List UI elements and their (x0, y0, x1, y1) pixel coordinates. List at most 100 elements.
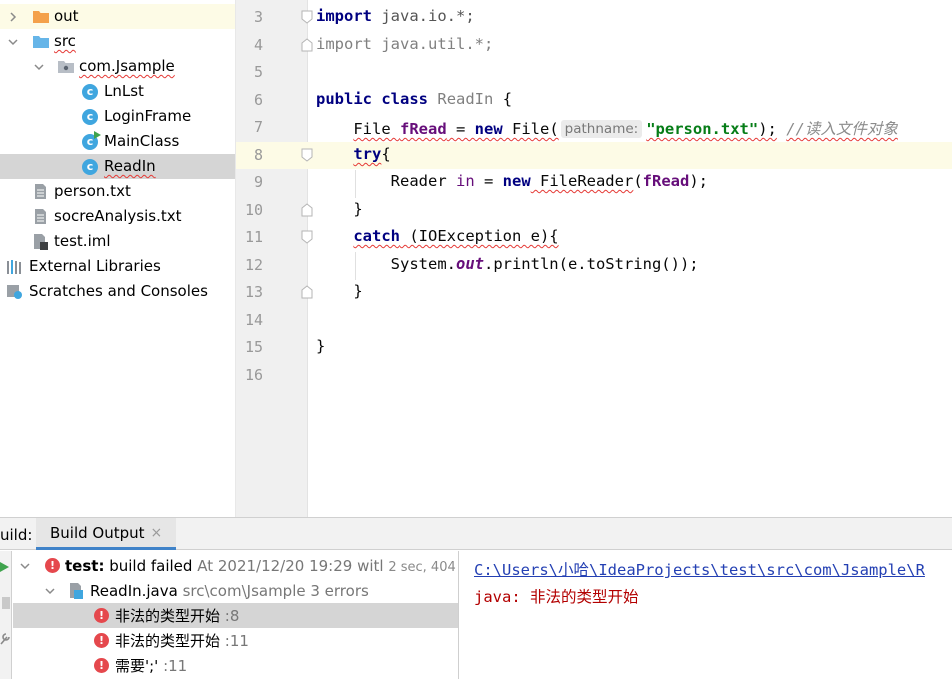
source-path-link[interactable]: C:\Users\小哈\IdeaProjects\test\src\com\Js… (474, 558, 925, 580)
wrench-icon[interactable] (0, 633, 10, 645)
code-text: } (353, 200, 363, 218)
tree-item-label: MainClass (104, 132, 180, 150)
variable-name: in (455, 172, 475, 190)
tree-item-file[interactable]: socreAnalysis.txt (0, 204, 235, 229)
tree-item-label: socreAnalysis.txt (54, 207, 182, 225)
error-location: :8 (220, 607, 240, 625)
line-number: 6 (253, 91, 263, 109)
build-error-row[interactable]: ! 非法的类型开始 :8 (13, 603, 458, 628)
code-text: = (446, 120, 475, 138)
build-root-row[interactable]: ! test: build failed At 2021/12/20 19:29… (13, 553, 458, 578)
fold-end-icon[interactable] (301, 203, 313, 217)
build-root-text: test: build failed At 2021/12/20 19:29 w… (65, 556, 458, 575)
tree-item-class[interactable]: c LoginFrame (0, 104, 235, 129)
rerun-icon[interactable] (0, 561, 10, 573)
error-icon: ! (94, 658, 109, 673)
keyword: import (316, 7, 372, 25)
build-title: uild: (0, 526, 33, 544)
java-file-icon (67, 582, 85, 600)
iml-file-icon (31, 233, 49, 251)
tree-item-label: LoginFrame (104, 107, 192, 125)
tree-item-file[interactable]: person.txt (0, 179, 235, 204)
chevron-down-icon[interactable] (7, 36, 19, 48)
tree-item-class[interactable]: c MainClass (0, 129, 235, 154)
fold-start-icon[interactable] (301, 230, 313, 244)
build-error-text: 非法的类型开始 :11 (115, 630, 249, 651)
package-icon (57, 58, 75, 76)
libraries-icon (6, 258, 24, 276)
code-line-10: } (316, 200, 363, 218)
chevron-down-icon[interactable] (44, 585, 56, 597)
build-file-row[interactable]: ReadIn.java src\com\Jsample 3 errors (13, 578, 458, 603)
tree-item-class[interactable]: c LnLst (0, 79, 235, 104)
build-target: test: (65, 556, 105, 575)
tab-build-output[interactable]: Build Output × (36, 518, 177, 550)
code-line-12: System.out.println(e.toString()); (316, 255, 699, 273)
fold-start-icon[interactable] (301, 10, 313, 24)
keyword: public (316, 90, 372, 108)
line-number: 14 (244, 311, 263, 329)
fold-end-icon[interactable] (301, 285, 313, 299)
fold-start-icon[interactable] (301, 148, 313, 162)
line-number: 16 (244, 366, 263, 384)
tree-item-src[interactable]: src (0, 29, 235, 54)
close-icon[interactable]: × (151, 525, 163, 541)
tree-item-label: test.iml (54, 232, 111, 250)
error-icon: ! (94, 608, 109, 623)
static-field: out (455, 255, 484, 273)
code-comment: //读入文件对象 (786, 120, 898, 138)
tree-item-label: ReadIn (104, 157, 156, 175)
project-tree: out src com.Jsample c LnLst c LoginFrame… (0, 0, 236, 517)
code-line-6: public class ReadIn { (316, 90, 512, 108)
line-number: 12 (244, 256, 263, 274)
code-text: } (353, 282, 363, 300)
class-name: ReadIn (437, 90, 494, 108)
line-number: 5 (253, 63, 263, 81)
tree-item-file[interactable]: test.iml (0, 229, 235, 254)
tree-item-external-libraries[interactable]: External Libraries (0, 254, 235, 279)
code-text: .println(e.toString()); (483, 255, 699, 273)
code-text: ( (633, 172, 643, 190)
line-number: 10 (244, 201, 263, 219)
console-error-line: java: 非法的类型开始 (474, 585, 639, 607)
build-toolwindow-header: uild: Build Output × (0, 517, 952, 550)
code-text: java.io.*; (372, 7, 475, 25)
tree-item-out[interactable]: out (0, 4, 235, 29)
file-path: src\com\Jsample 3 errors (177, 581, 369, 600)
tree-item-label: LnLst (104, 82, 144, 100)
build-error-row[interactable]: ! 需要';' :11 (13, 653, 458, 678)
tree-item-label: person.txt (54, 182, 131, 200)
code-text: { (381, 145, 391, 163)
line-number: 3 (253, 8, 263, 26)
text-file-icon (31, 183, 49, 201)
tab-label: Build Output (50, 523, 145, 542)
error-location: :11 (220, 632, 249, 650)
error-message: 非法的类型开始 (115, 607, 221, 625)
tree-item-scratches[interactable]: Scratches and Consoles (0, 279, 235, 304)
code-line-9: Reader in = new FileReader(fRead); (316, 172, 708, 190)
build-error-row[interactable]: ! 非法的类型开始 :11 (13, 628, 458, 653)
build-toolbar (0, 551, 12, 679)
keyword: try (353, 145, 382, 163)
build-tree: ! test: build failed At 2021/12/20 19:29… (13, 551, 459, 679)
code-text: ); (758, 120, 777, 138)
line-number: 8 (253, 146, 263, 164)
tree-item-package[interactable]: com.Jsample (0, 54, 235, 79)
error-message: 非法的类型开始 (530, 588, 639, 606)
field-name: fRead (642, 172, 690, 190)
error-message: 需要';' (115, 657, 159, 675)
fold-end-icon[interactable] (301, 38, 313, 52)
stop-icon[interactable] (2, 597, 10, 609)
code-text: (IOException e){ (400, 227, 559, 245)
build-console: C:\Users\小哈\IdeaProjects\test\src\com\Js… (460, 551, 952, 679)
chevron-down-icon[interactable] (19, 560, 31, 572)
java-class-icon: c (81, 108, 99, 126)
build-file-text: ReadIn.java src\com\Jsample 3 errors (90, 582, 369, 600)
line-number: 9 (253, 173, 263, 191)
tree-item-class-selected[interactable]: c ReadIn (0, 154, 235, 179)
error-prefix: java: (474, 588, 530, 606)
keyword: catch (353, 227, 400, 245)
chevron-down-icon[interactable] (33, 61, 45, 73)
chevron-right-icon[interactable] (7, 11, 19, 23)
code-text: File( (502, 120, 559, 138)
